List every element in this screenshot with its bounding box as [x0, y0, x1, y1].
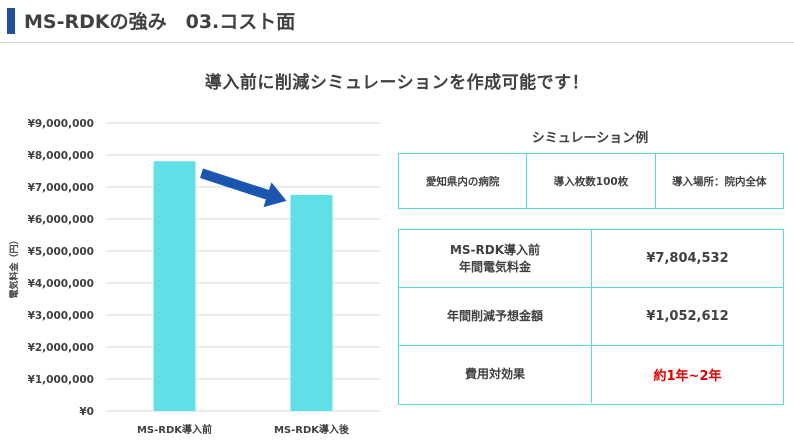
- cost-row-before: MS-RDK導入前 年間電気料金 ¥7,804,532: [399, 230, 783, 288]
- x-category-label: MS-RDK導入後: [274, 423, 350, 436]
- cost-value-savings: ¥1,052,612: [646, 309, 729, 324]
- y-tick-label: ¥1,000,000: [28, 374, 94, 386]
- info-cell-location: 愛知県内の病院: [399, 154, 528, 208]
- info-cell-place: 導入場所：院内全体: [672, 175, 767, 188]
- cost-row-savings: 年間削減予想金額 ¥1,052,612: [399, 288, 783, 346]
- y-tick-label: ¥6,000,000: [28, 214, 94, 226]
- x-category-label: MS-RDK導入前: [137, 423, 212, 436]
- y-tick-label: ¥7,000,000: [28, 182, 94, 194]
- cost-value-before: ¥7,804,532: [646, 251, 729, 266]
- slide: MS-RDKの強み 03.コスト面 導入前に削減シミュレーションを作成可能です！…: [0, 0, 794, 443]
- info-cell-quantity: 導入枚数100枚: [527, 154, 656, 208]
- y-axis-label: 電気料金（円）: [8, 235, 20, 298]
- cost-label-before: MS-RDK導入前 年間電気料金: [399, 230, 592, 287]
- y-tick-label: ¥5,000,000: [28, 246, 94, 258]
- cost-label-line: 年間削減予想金額: [446, 309, 543, 323]
- y-tick-label: ¥8,000,000: [28, 150, 94, 162]
- simulation-info-table: 愛知県内の病院 導入枚数100枚 導入場所：院内全体: [398, 153, 784, 209]
- bar: [290, 194, 333, 411]
- y-tick-label: ¥0: [79, 406, 94, 418]
- y-tick-label: ¥3,000,000: [28, 310, 94, 322]
- y-tick-label: ¥2,000,000: [28, 342, 94, 354]
- bar-chart: ¥0 ¥1,000,000 ¥2,000,000 ¥3,000,000 ¥4,000,0…: [8, 118, 380, 436]
- cost-label-roi: 費用対効果: [399, 346, 592, 403]
- cost-row-roi: 費用対効果 約1年~2年: [399, 346, 783, 403]
- cost-label-line: 年間電気料金: [458, 259, 531, 274]
- simulation-title: シミュレーション例: [531, 131, 649, 146]
- cost-table: MS-RDK導入前 年間電気料金 ¥7,804,532 年間削減予想金額 ¥1,…: [398, 229, 784, 405]
- cost-label-line: 費用対効果: [464, 367, 525, 381]
- y-tick-label: ¥4,000,000: [28, 278, 94, 290]
- cost-label-line: MS-RDK導入前: [449, 242, 541, 257]
- cost-value-roi: 約1年~2年: [653, 369, 722, 384]
- bar: [153, 161, 196, 411]
- cost-label-savings: 年間削減予想金額: [399, 288, 592, 345]
- down-arrow-icon: [200, 168, 287, 208]
- y-tick-label: ¥9,000,000: [28, 118, 94, 130]
